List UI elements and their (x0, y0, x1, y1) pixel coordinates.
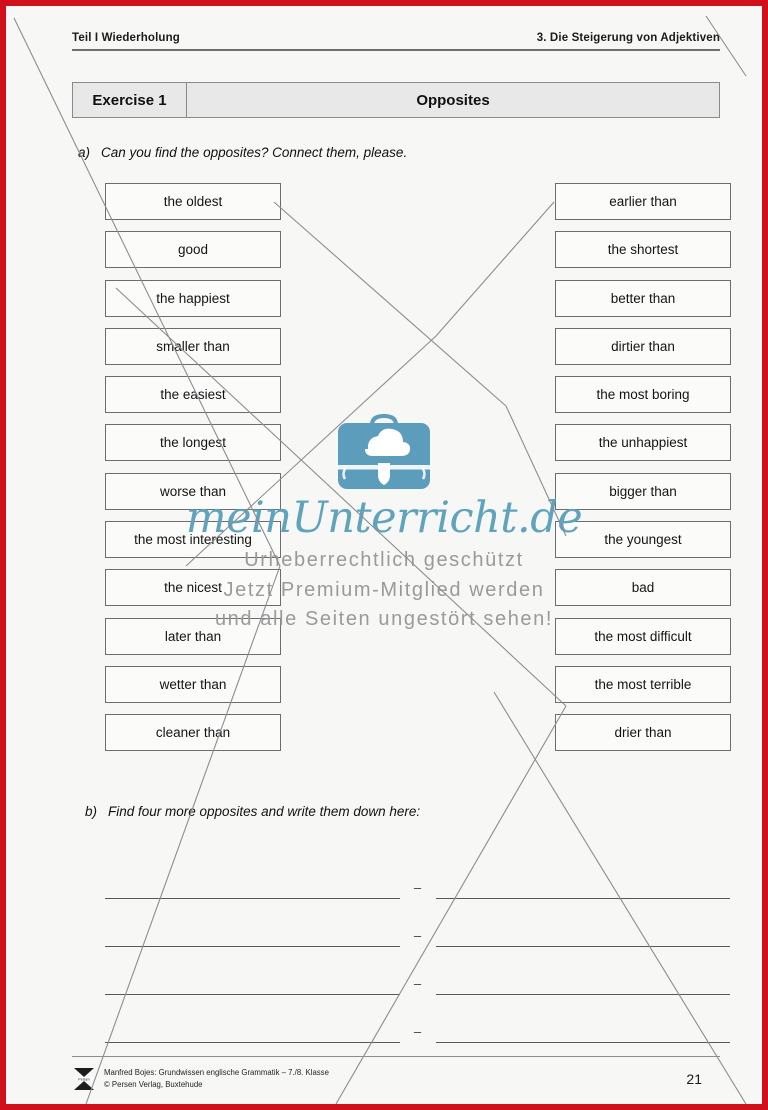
answer-blank-right[interactable] (435, 921, 730, 947)
left-word-column: the oldest good the happiest smaller tha… (105, 183, 281, 763)
answer-blank-right[interactable] (435, 873, 730, 899)
word-box[interactable]: drier than (555, 714, 731, 752)
page-footer: Persen Manfred Bojes: Grundwissen englis… (72, 1066, 720, 1092)
task-b-letter: b) (85, 804, 98, 819)
word-box[interactable]: bigger than (555, 472, 731, 510)
word-box[interactable]: dirtier than (555, 327, 731, 365)
header-left-title: Teil I Wiederholung (72, 32, 180, 44)
word-box[interactable]: earlier than (555, 183, 731, 220)
word-box[interactable]: good (105, 231, 281, 269)
answer-separator: – (413, 928, 422, 943)
exercise-title-label: Opposites (416, 91, 490, 109)
task-a: a) Can you find the opposites? Connect t… (78, 145, 407, 160)
answer-row: – (105, 851, 730, 899)
word-box[interactable]: the youngest (555, 521, 731, 559)
right-word-column: earlier than the shortest better than di… (555, 183, 731, 763)
page-header: Teil I Wiederholung 3. Die Steigerung vo… (72, 32, 720, 51)
answer-blank-right[interactable] (435, 1017, 730, 1043)
word-box[interactable]: the nicest (105, 569, 281, 607)
word-box[interactable]: worse than (105, 472, 281, 510)
answer-blank-left[interactable] (105, 1017, 400, 1043)
answer-row: – (105, 995, 730, 1043)
header-right-title: 3. Die Steigerung von Adjektiven (536, 32, 720, 44)
task-b-text: Find four more opposites and write them … (108, 804, 421, 819)
answer-blank-left[interactable] (105, 969, 400, 995)
exercise-number-label: Exercise 1 (73, 83, 187, 117)
answer-row: – (105, 947, 730, 995)
school-bag-cloud-icon (332, 411, 436, 493)
word-box[interactable]: cleaner than (105, 714, 281, 752)
word-box[interactable]: better than (555, 279, 731, 317)
answer-blank-left[interactable] (105, 921, 400, 947)
word-box[interactable]: the shortest (555, 231, 731, 269)
word-box[interactable]: the most difficult (555, 617, 731, 655)
answer-separator: – (413, 1024, 422, 1039)
svg-text:Persen: Persen (78, 1077, 89, 1081)
footer-source-line: Manfred Bojes: Grundwissen englische Gra… (104, 1067, 329, 1077)
word-box[interactable]: wetter than (105, 665, 281, 703)
answer-separator: – (413, 880, 422, 895)
answer-blank-right[interactable] (435, 969, 730, 995)
word-box[interactable]: bad (555, 569, 731, 607)
word-box[interactable]: smaller than (105, 327, 281, 365)
header-divider (72, 49, 720, 51)
word-box[interactable]: the unhappiest (555, 424, 731, 462)
footer-divider (72, 1056, 720, 1057)
task-b: b) Find four more opposites and write th… (85, 804, 420, 819)
footer-copyright-line: © Persen Verlag, Buxtehude (104, 1080, 203, 1089)
word-box[interactable]: later than (105, 617, 281, 655)
word-box[interactable]: the longest (105, 424, 281, 462)
word-box[interactable]: the easiest (105, 376, 281, 414)
answer-separator: – (413, 976, 422, 991)
page-number: 21 (686, 1071, 702, 1087)
worksheet-page: Teil I Wiederholung 3. Die Steigerung vo… (0, 0, 768, 1110)
answer-lines-group: – – – – (105, 851, 730, 1043)
task-a-letter: a) (78, 145, 91, 160)
answer-blank-left[interactable] (105, 873, 400, 899)
connector-line-oldest (273, 201, 507, 407)
persen-publisher-logo-icon: Persen (72, 1066, 96, 1092)
task-a-text: Can you find the opposites? Connect them… (101, 145, 408, 160)
word-box[interactable]: the most interesting (105, 521, 281, 559)
word-box[interactable]: the most terrible (555, 665, 731, 703)
answer-row: – (105, 899, 730, 947)
word-box[interactable]: the happiest (105, 279, 281, 317)
word-box[interactable]: the most boring (555, 376, 731, 414)
exercise-header-bar: Exercise 1 Opposites (72, 82, 720, 118)
word-box[interactable]: the oldest (105, 183, 281, 220)
connector-line-shortest (435, 201, 555, 337)
